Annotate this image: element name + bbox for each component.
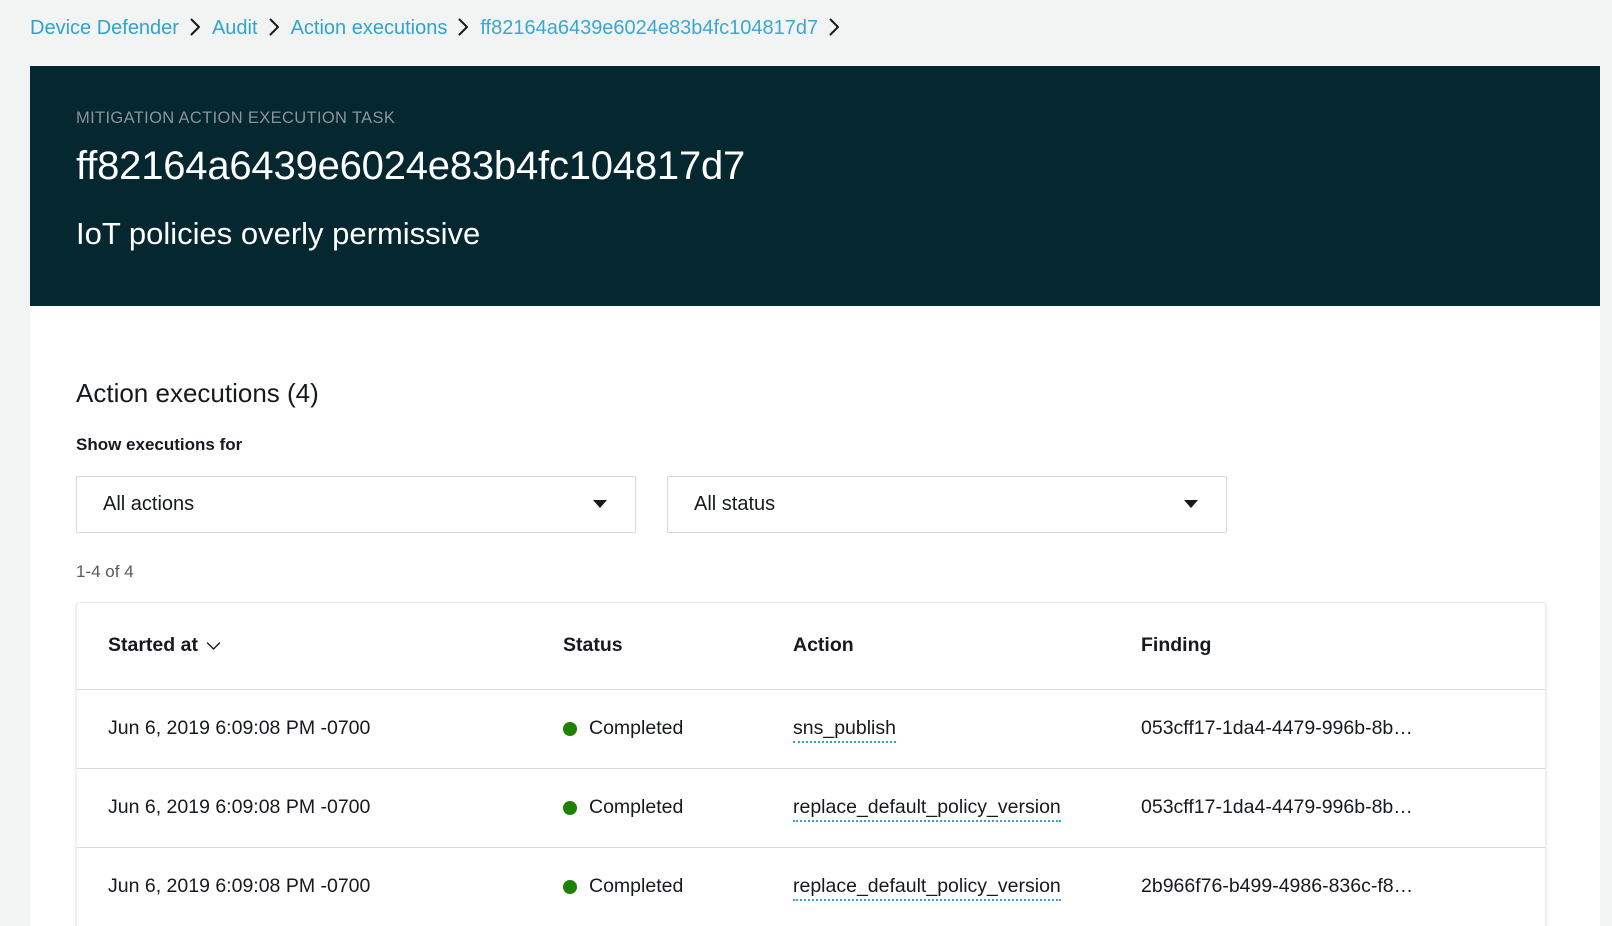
page-title: ff82164a6439e6024e83b4fc104817d7 bbox=[76, 143, 1600, 189]
column-header-started-at: Started at bbox=[77, 603, 563, 690]
chevron-right-icon bbox=[458, 18, 469, 36]
panel-body: Action executions (4) Show executions fo… bbox=[30, 332, 1600, 926]
action-link[interactable]: replace_default_policy_version bbox=[793, 796, 1061, 822]
breadcrumb-item-task-id[interactable]: ff82164a6439e6024e83b4fc104817d7 bbox=[480, 18, 818, 38]
breadcrumb-item-audit[interactable]: Audit bbox=[212, 18, 258, 38]
status-dot-icon bbox=[563, 880, 577, 894]
table-header-row: Started at Status Action Finding bbox=[77, 603, 1545, 690]
action-link[interactable]: sns_publish bbox=[793, 717, 896, 743]
chevron-right-icon bbox=[269, 18, 280, 36]
sort-control-started-at[interactable]: Started at bbox=[108, 634, 221, 657]
caret-down-icon bbox=[1184, 500, 1198, 508]
filter-group-label: Show executions for bbox=[76, 435, 1600, 455]
chevron-right-icon bbox=[190, 18, 201, 36]
status-label: Completed bbox=[589, 875, 683, 898]
breadcrumb: Device Defender Audit Action executions … bbox=[30, 0, 851, 56]
pagination-summary: 1-4 of 4 bbox=[76, 562, 1600, 582]
table-row[interactable]: Jun 6, 2019 6:09:08 PM -0700 Completed r… bbox=[77, 768, 1545, 847]
action-executions-table: Started at Status Action Finding bbox=[76, 602, 1546, 926]
page-hero-header: MITIGATION ACTION EXECUTION TASK ff82164… bbox=[30, 66, 1600, 306]
cell-status: Completed bbox=[563, 847, 793, 926]
chevron-down-icon bbox=[206, 634, 221, 657]
cell-action: sns_publish bbox=[793, 689, 1141, 768]
column-header-action: Action bbox=[793, 603, 1141, 690]
status-label: Completed bbox=[589, 796, 683, 819]
page-root: Device Defender Audit Action executions … bbox=[0, 0, 1612, 926]
cell-started-at: Jun 6, 2019 6:09:08 PM -0700 bbox=[77, 847, 563, 926]
cell-finding: 2b966f76-b499-4986-836c-f8… bbox=[1141, 847, 1545, 926]
content-panel: MITIGATION ACTION EXECUTION TASK ff82164… bbox=[30, 66, 1600, 926]
finding-id: 2b966f76-b499-4986-836c-f8… bbox=[1141, 875, 1545, 898]
breadcrumb-item-device-defender[interactable]: Device Defender bbox=[30, 18, 179, 38]
action-link[interactable]: replace_default_policy_version bbox=[793, 875, 1061, 901]
table-row[interactable]: Jun 6, 2019 6:09:08 PM -0700 Completed s… bbox=[77, 689, 1545, 768]
finding-id: 053cff17-1da4-4479-996b-8b… bbox=[1141, 796, 1545, 819]
cell-finding: 053cff17-1da4-4479-996b-8b… bbox=[1141, 768, 1545, 847]
cell-status: Completed bbox=[563, 768, 793, 847]
cell-started-at: Jun 6, 2019 6:09:08 PM -0700 bbox=[77, 689, 563, 768]
status-filter-value: All status bbox=[668, 494, 775, 514]
breadcrumb-item-action-executions[interactable]: Action executions bbox=[291, 18, 448, 38]
cell-finding: 053cff17-1da4-4479-996b-8b… bbox=[1141, 689, 1545, 768]
status-filter-select[interactable]: All status bbox=[667, 476, 1227, 533]
hero-eyebrow-label: MITIGATION ACTION EXECUTION TASK bbox=[76, 66, 1600, 129]
action-filter-value: All actions bbox=[77, 494, 194, 514]
column-header-label: Started at bbox=[108, 634, 198, 657]
column-header-status: Status bbox=[563, 603, 793, 690]
chevron-right-icon bbox=[829, 18, 840, 36]
cell-status: Completed bbox=[563, 689, 793, 768]
status-dot-icon bbox=[563, 801, 577, 815]
caret-down-icon bbox=[593, 500, 607, 508]
cell-action: replace_default_policy_version bbox=[793, 847, 1141, 926]
status-dot-icon bbox=[563, 722, 577, 736]
table-row[interactable]: Jun 6, 2019 6:09:08 PM -0700 Completed r… bbox=[77, 847, 1545, 926]
column-header-finding: Finding bbox=[1141, 603, 1545, 690]
cell-started-at: Jun 6, 2019 6:09:08 PM -0700 bbox=[77, 768, 563, 847]
finding-id: 053cff17-1da4-4479-996b-8b… bbox=[1141, 717, 1545, 740]
status-label: Completed bbox=[589, 717, 683, 740]
action-filter-select[interactable]: All actions bbox=[76, 476, 636, 533]
page-subtitle: IoT policies overly permissive bbox=[76, 216, 1600, 252]
filter-row: All actions All status bbox=[76, 476, 1600, 533]
section-title: Action executions (4) bbox=[76, 332, 1600, 409]
cell-action: replace_default_policy_version bbox=[793, 768, 1141, 847]
